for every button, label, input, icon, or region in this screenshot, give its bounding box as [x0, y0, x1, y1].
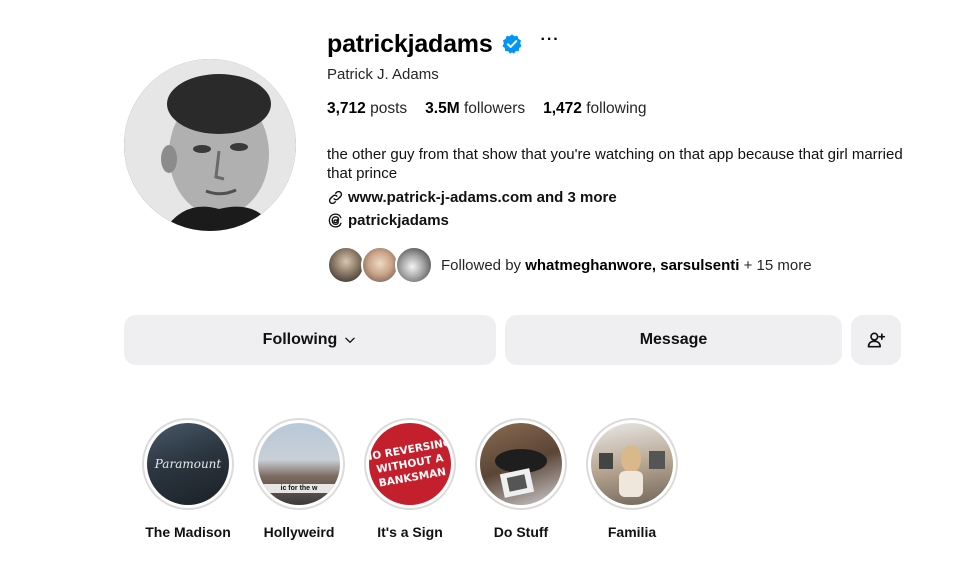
mutual-avatars: [327, 246, 433, 284]
followers-count: 3.5M: [425, 100, 460, 117]
mutual-avatar: [395, 246, 433, 284]
following-button[interactable]: Following: [124, 315, 496, 365]
highlight-ring: Paramount: [142, 418, 234, 510]
highlight-cover: [591, 423, 673, 505]
highlight-cover: NO REVERSING WITHOUT A BANKSMAN: [369, 423, 451, 505]
highlight-its-a-sign[interactable]: NO REVERSING WITHOUT A BANKSMAN It's a S…: [361, 418, 459, 540]
following-count: 1,472: [543, 100, 582, 117]
profile-avatar[interactable]: [124, 59, 296, 231]
suggested-accounts-button[interactable]: [851, 315, 901, 365]
add-user-icon: [866, 330, 886, 350]
threads-handle: patrickjadams: [348, 212, 449, 229]
highlight-cover-text: ic for the w: [258, 484, 340, 493]
highlight-label: Hollyweird: [263, 524, 335, 540]
verified-badge-icon: [501, 33, 523, 55]
highlight-cover: ic for the w: [258, 423, 340, 505]
mutual-avatar: [361, 246, 399, 284]
full-name: Patrick J. Adams: [327, 66, 439, 83]
highlight-label: Do Stuff: [493, 524, 549, 540]
followed-by-prefix: Followed by: [441, 256, 522, 274]
link-icon: [327, 189, 344, 206]
username-row: patrickjadams ···: [327, 26, 560, 62]
highlight-cover: [480, 423, 562, 505]
followers-stat[interactable]: 3.5M followers: [425, 100, 525, 118]
highlight-ring: [475, 418, 567, 510]
highlight-hollyweird[interactable]: ic for the w Hollyweird: [250, 418, 348, 540]
highlight-ring: [586, 418, 678, 510]
website-link[interactable]: www.patrick-j-adams.com and 3 more: [327, 189, 617, 206]
posts-stat: 3,712 posts: [327, 100, 407, 118]
profile-stats: 3,712 posts 3.5M followers 1,472 followi…: [327, 100, 647, 118]
highlight-ring: ic for the w: [253, 418, 345, 510]
posts-label: posts: [370, 100, 408, 117]
highlight-cover: Paramount: [147, 423, 229, 505]
website-link-text: www.patrick-j-adams.com and 3 more: [348, 189, 617, 206]
username: patrickjadams: [327, 29, 493, 58]
followers-label: followers: [463, 100, 526, 117]
following-button-label: Following: [262, 331, 338, 348]
chevron-down-icon: [343, 333, 357, 347]
highlight-label: It's a Sign: [377, 524, 443, 540]
bio-text: the other guy from that show that you're…: [327, 146, 903, 182]
message-button[interactable]: Message: [505, 315, 842, 365]
profile-photo: [124, 59, 296, 231]
mutual-avatar: [327, 246, 365, 284]
following-label: following: [586, 100, 647, 117]
followed-by-suffix: + 15 more: [743, 256, 812, 274]
highlight-ring: NO REVERSING WITHOUT A BANKSMAN: [364, 418, 456, 510]
highlight-familia[interactable]: Familia: [583, 418, 681, 540]
posts-count: 3,712: [327, 100, 366, 117]
more-options-icon[interactable]: ···: [541, 32, 560, 56]
highlight-cover-text: NO REVERSING WITHOUT A BANKSMAN: [369, 436, 451, 490]
highlight-the-madison[interactable]: Paramount The Madison: [139, 418, 237, 540]
message-button-label: Message: [639, 331, 708, 348]
highlight-label: Familia: [607, 524, 657, 540]
highlight-do-stuff[interactable]: Do Stuff: [472, 418, 570, 540]
story-highlights: Paramount The Madison ic for the w Holly…: [139, 418, 681, 540]
threads-link[interactable]: patrickjadams: [327, 212, 449, 229]
followed-by-names: whatmeghanwore, sarsulsenti: [525, 256, 740, 274]
threads-icon: [327, 212, 344, 229]
highlight-label: The Madison: [145, 524, 231, 540]
followed-by[interactable]: Followed by whatmeghanwore, sarsulsenti …: [327, 246, 812, 284]
highlight-cover-text: Paramount: [154, 457, 222, 471]
following-stat[interactable]: 1,472 following: [543, 100, 646, 118]
